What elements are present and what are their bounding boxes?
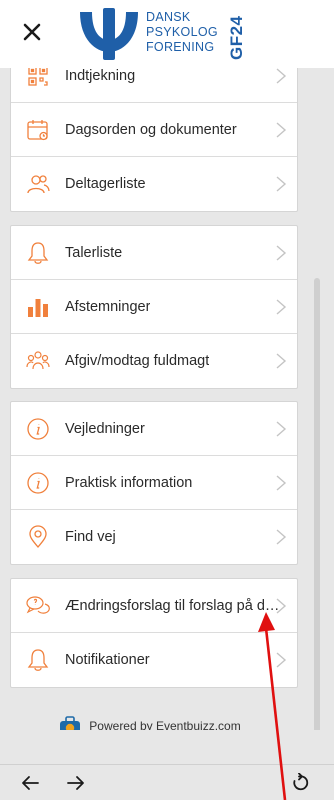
menu-item-label: Talerliste — [65, 244, 123, 261]
chevron-right-icon — [276, 474, 287, 491]
menu-item-vejledninger[interactable]: Vejledninger — [11, 402, 297, 456]
close-icon — [23, 23, 41, 41]
eventbuizz-logo-icon — [60, 716, 81, 730]
menu-content: Indtjekning Dagsorden og dokumenter Delt… — [0, 68, 334, 730]
menu-item-label: Vejledninger — [65, 420, 145, 437]
menu-item-label: Afstemninger — [65, 298, 151, 315]
reload-icon — [293, 773, 309, 791]
menu-item-label: Afgiv/modtag fuldmagt — [65, 353, 210, 369]
arrow-right-icon — [67, 776, 84, 790]
logo-line-2: PSYKOLOG — [146, 25, 218, 39]
speech-bubbles-icon — [25, 593, 51, 619]
menu-item-find-vej[interactable]: Find vej — [11, 510, 297, 564]
bell-icon — [25, 647, 51, 673]
menu-item-deltagerliste[interactable]: Deltagerliste — [11, 157, 297, 211]
menu-item-praktisk-information[interactable]: Praktisk information — [11, 456, 297, 510]
chevron-right-icon — [276, 529, 287, 545]
menu-item-label: Indtjekning — [65, 68, 136, 84]
back-button[interactable] — [18, 771, 42, 795]
location-pin-icon — [25, 524, 51, 550]
browser-toolbar — [0, 764, 334, 800]
close-button[interactable] — [18, 18, 46, 46]
logo-mark-icon — [80, 8, 138, 60]
menu-item-label: Deltagerliste — [65, 176, 146, 192]
menu-group-3: Vejledninger Praktisk information Find v… — [10, 401, 298, 565]
bar-chart-icon — [25, 294, 51, 320]
chevron-right-icon — [276, 597, 287, 614]
menu-item-talerliste[interactable]: Talerliste — [11, 226, 297, 280]
info-icon — [25, 470, 51, 496]
menu-item-notifikationer[interactable]: Notifikationer — [11, 633, 297, 687]
menu-item-afstemninger[interactable]: Afstemninger — [11, 280, 297, 334]
info-icon — [25, 416, 51, 442]
menu-item-fuldmagt[interactable]: Afgiv/modtag fuldmagt — [11, 334, 297, 388]
menu-group-4: Ændringsforslag til forslag på dagsorden… — [10, 578, 298, 688]
forward-button[interactable] — [64, 771, 88, 795]
menu-group-1: Indtjekning Dagsorden og dokumenter Delt… — [10, 68, 298, 212]
calendar-icon — [25, 117, 51, 143]
chevron-right-icon — [276, 68, 287, 84]
powered-by-footer[interactable]: Powered by Eventbuizz.com — [0, 716, 300, 730]
chevron-right-icon — [276, 652, 287, 668]
menu-item-label: Notifikationer — [65, 652, 150, 668]
chevron-right-icon — [276, 298, 287, 315]
menu-item-label: Find vej — [65, 529, 116, 545]
group-icon — [25, 348, 51, 374]
menu-item-label: Praktisk information — [65, 474, 193, 491]
logo-line-3: FORENING — [146, 40, 215, 54]
app-header: DANSK PSYKOLOG FORENING GF24 — [0, 0, 334, 68]
menu-item-indtjekning[interactable]: Indtjekning — [11, 68, 297, 103]
reload-button[interactable] — [288, 771, 312, 795]
scrollbar[interactable] — [314, 278, 320, 730]
chevron-right-icon — [276, 244, 287, 261]
menu-group-2: Talerliste Afstemninger Afgiv/modtag ful… — [10, 225, 298, 389]
gf24-badge-text: GF24 — [227, 15, 246, 60]
menu-item-label: Dagsorden og dokumenter — [65, 121, 237, 138]
chevron-right-icon — [276, 121, 287, 138]
logo-line-1: DANSK — [146, 10, 191, 24]
powered-by-text: Powered by Eventbuizz.com — [89, 719, 241, 730]
gf24-badge: GF24 — [227, 15, 246, 60]
people-icon — [25, 171, 51, 197]
bell-icon — [25, 240, 51, 266]
menu-item-dagsorden[interactable]: Dagsorden og dokumenter — [11, 103, 297, 157]
menu-item-aendringsforslag[interactable]: Ændringsforslag til forslag på dagsorden… — [11, 579, 297, 633]
chevron-right-icon — [276, 420, 287, 437]
chevron-right-icon — [276, 176, 287, 192]
chevron-right-icon — [276, 353, 287, 369]
menu-item-label: Ændringsforslag til forslag på dagsorden… — [65, 597, 283, 614]
arrow-left-icon — [22, 776, 39, 790]
qr-code-icon — [25, 68, 51, 89]
dansk-psykolog-forening-logo: DANSK PSYKOLOG FORENING GF24 — [76, 6, 256, 64]
